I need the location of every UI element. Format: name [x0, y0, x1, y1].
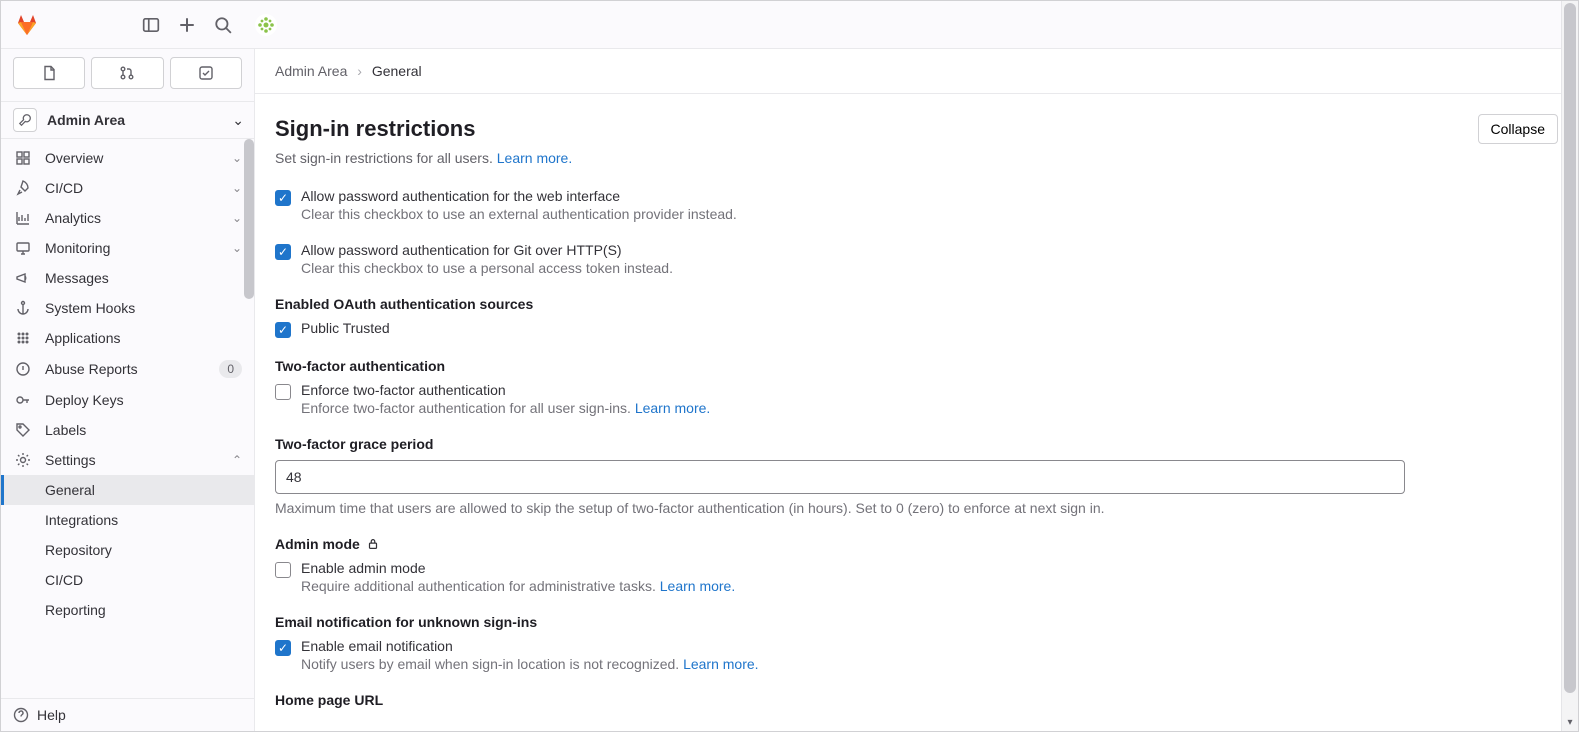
sidebar-subitem-reporting[interactable]: Reporting: [45, 595, 254, 625]
learn-more-link[interactable]: Learn more.: [635, 400, 710, 416]
monitor-icon: [13, 240, 33, 256]
merge-requests-button[interactable]: [91, 57, 163, 89]
help-link[interactable]: Help: [1, 698, 254, 731]
sidebar: Admin Area ⌄ Overview⌄ CI/CD⌄ Analytics⌄…: [1, 49, 255, 731]
search-icon[interactable]: [211, 13, 235, 37]
scroll-down-arrow[interactable]: ▾: [1562, 714, 1578, 731]
email-notif-group-label: Email notification for unknown sign-ins: [275, 614, 1558, 630]
learn-more-link[interactable]: Learn more.: [660, 578, 735, 594]
scroll-thumb[interactable]: [1564, 3, 1576, 693]
collapse-button[interactable]: Collapse: [1478, 114, 1558, 144]
chevron-down-icon: ⌄: [232, 151, 242, 165]
todo-button[interactable]: [170, 57, 242, 89]
sidebar-item-messages[interactable]: Messages: [1, 263, 254, 293]
sidebar-subitem-repository[interactable]: Repository: [45, 535, 254, 565]
sidebar-item-analytics[interactable]: Analytics⌄: [1, 203, 254, 233]
chevron-down-icon: ⌄: [232, 112, 244, 129]
home-page-group-label: Home page URL: [275, 692, 1558, 708]
grace-period-hint: Maximum time that users are allowed to s…: [275, 500, 1558, 516]
lock-icon: [366, 537, 380, 551]
gitlab-logo[interactable]: [13, 11, 41, 39]
sidebar-item-cicd[interactable]: CI/CD⌄: [1, 173, 254, 203]
checkbox-enforce-2fa[interactable]: [275, 384, 291, 400]
checkbox-public-trusted[interactable]: [275, 322, 291, 338]
topbar: [1, 1, 1578, 49]
label-allow-password-web: Allow password authentication for the we…: [301, 188, 737, 204]
label-admin-mode: Enable admin mode: [301, 560, 735, 576]
sidebar-item-labels[interactable]: Labels: [1, 415, 254, 445]
sidebar-subitem-general[interactable]: General: [1, 475, 254, 505]
checkbox-admin-mode[interactable]: [275, 562, 291, 578]
breadcrumb-current: General: [372, 63, 422, 79]
sidebar-subitem-cicd[interactable]: CI/CD: [45, 565, 254, 595]
key-icon: [13, 392, 33, 408]
label-allow-password-git: Allow password authentication for Git ov…: [301, 242, 673, 258]
grace-period-label: Two-factor grace period: [275, 436, 1558, 452]
chevron-up-icon: ⌃: [232, 453, 242, 467]
label-email-notif: Enable email notification: [301, 638, 759, 654]
chart-icon: [13, 210, 33, 226]
megaphone-icon: [13, 270, 33, 286]
anchor-icon: [13, 300, 33, 316]
chevron-down-icon: ⌄: [232, 211, 242, 225]
sidebar-context-header[interactable]: Admin Area ⌄: [1, 101, 254, 139]
learn-more-link[interactable]: Learn more.: [497, 150, 572, 166]
file-new-button[interactable]: [13, 57, 85, 89]
breadcrumb-root[interactable]: Admin Area: [275, 63, 347, 79]
sidebar-item-applications[interactable]: Applications: [1, 323, 254, 353]
chevron-down-icon: ⌄: [232, 181, 242, 195]
label-public-trusted: Public Trusted: [301, 320, 390, 336]
apps-icon: [13, 330, 33, 346]
gear-icon: [13, 452, 33, 468]
learn-more-link[interactable]: Learn more.: [683, 656, 758, 672]
sidebar-item-monitoring[interactable]: Monitoring⌄: [1, 233, 254, 263]
sidebar-item-abuse-reports[interactable]: Abuse Reports0: [1, 353, 254, 385]
wrench-icon: [13, 108, 37, 132]
plus-icon[interactable]: [175, 13, 199, 37]
chevron-down-icon: ⌄: [232, 241, 242, 255]
twofactor-group-label: Two-factor authentication: [275, 358, 1558, 374]
admin-mode-group-label: Admin mode: [275, 536, 1558, 552]
rocket-icon: [13, 180, 33, 196]
grace-period-input[interactable]: [275, 460, 1405, 494]
breadcrumb-sep: ›: [357, 63, 362, 79]
sidebar-scrollbar[interactable]: [244, 139, 254, 299]
sidebar-toggle-icon[interactable]: [139, 13, 163, 37]
abuse-badge: 0: [219, 360, 242, 378]
sidebar-item-settings[interactable]: Settings⌃: [1, 445, 254, 475]
oauth-group-label: Enabled OAuth authentication sources: [275, 296, 1558, 312]
alert-icon: [13, 361, 33, 377]
viewport-scrollbar[interactable]: ▴ ▾: [1561, 1, 1578, 731]
dashboard-icon: [13, 150, 33, 166]
tag-icon: [13, 422, 33, 438]
sidebar-item-system-hooks[interactable]: System Hooks: [1, 293, 254, 323]
label-enforce-2fa: Enforce two-factor authentication: [301, 382, 710, 398]
checkbox-allow-password-web[interactable]: [275, 190, 291, 206]
sidebar-subitem-integrations[interactable]: Integrations: [45, 505, 254, 535]
main-content: Admin Area › General Sign-in restriction…: [255, 49, 1578, 731]
sidebar-item-deploy-keys[interactable]: Deploy Keys: [1, 385, 254, 415]
checkbox-email-notif[interactable]: [275, 640, 291, 656]
checkbox-allow-password-git[interactable]: [275, 244, 291, 260]
help-icon: [13, 707, 29, 723]
section-description: Set sign-in restrictions for all users. …: [275, 150, 1558, 166]
breadcrumb: Admin Area › General: [255, 49, 1578, 94]
sidebar-item-overview[interactable]: Overview⌄: [1, 143, 254, 173]
section-title: Sign-in restrictions: [275, 116, 475, 142]
user-avatar[interactable]: [253, 12, 279, 38]
